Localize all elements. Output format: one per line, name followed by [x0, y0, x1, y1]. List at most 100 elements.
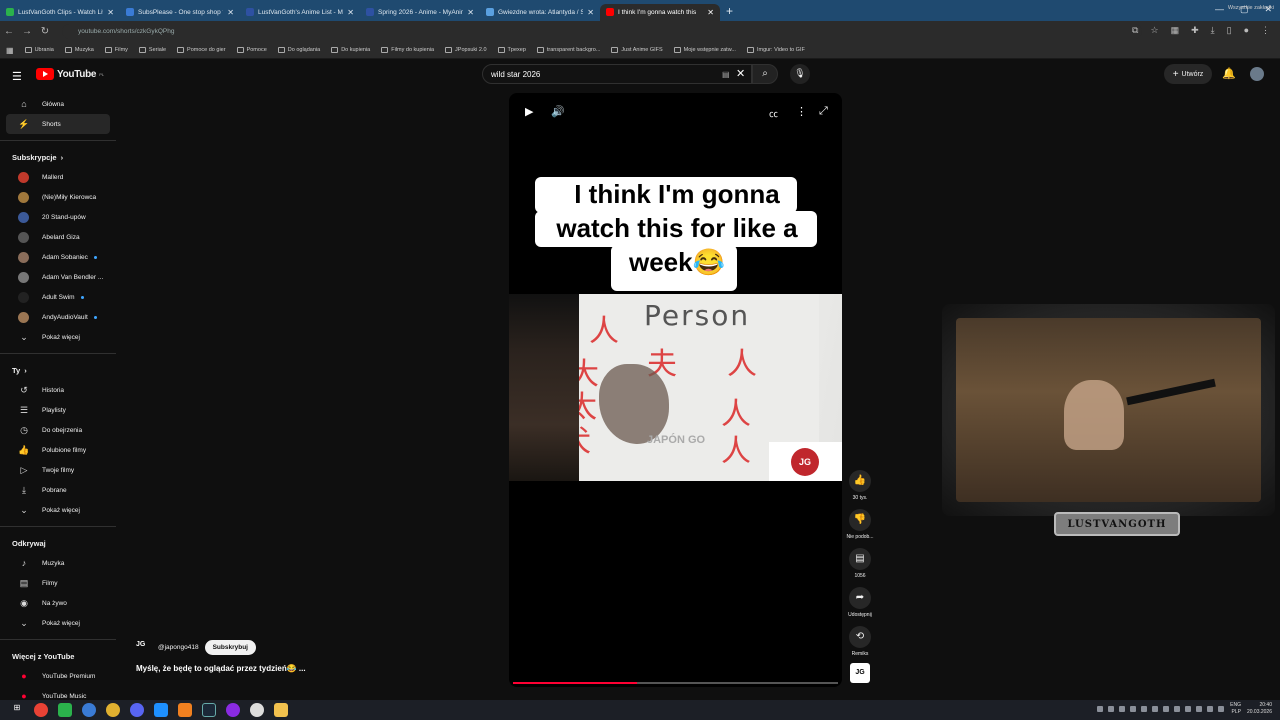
sidebar-item[interactable]: ⤓ Pobrane	[6, 480, 110, 500]
tab-close-icon[interactable]: ✕	[227, 8, 234, 17]
menu-icon[interactable]: ☰	[12, 70, 22, 83]
sidebar-item[interactable]: ⌄ Pokaż więcej	[6, 500, 110, 520]
sidebar-icon[interactable]: ▯	[1227, 25, 1232, 36]
comments-button[interactable]: ▤ 1056	[842, 548, 878, 587]
channel-thumbnail[interactable]: JG	[850, 663, 870, 683]
bookmark-item[interactable]: Do kupienia	[331, 47, 370, 53]
back-icon[interactable]: ←	[0, 26, 18, 37]
sidebar-item-subscription[interactable]: Adult Swim	[6, 287, 110, 307]
sidebar-item[interactable]: ⌄ Pokaż więcej	[6, 613, 110, 633]
bookmark-item[interactable]: Pomoce	[236, 47, 267, 53]
browser-icon[interactable]	[82, 703, 96, 717]
search-input[interactable]: wild star 2026	[482, 64, 752, 84]
bookmark-star-icon[interactable]: ☆	[1150, 25, 1158, 36]
like-button[interactable]: 👍 30 tys.	[842, 470, 878, 509]
steam-icon[interactable]	[202, 703, 216, 717]
apps-icon[interactable]: ▦	[6, 46, 14, 55]
notifications-icon[interactable]: 🔔	[1222, 67, 1236, 80]
tray-icons[interactable]	[1097, 706, 1225, 712]
channel-icon[interactable]: JG	[136, 641, 152, 655]
new-tab-icon[interactable]: +	[726, 4, 733, 18]
avatar[interactable]	[1250, 67, 1264, 81]
bookmark-item[interactable]: Filmy	[104, 47, 128, 53]
tab-close-icon[interactable]: ✕	[107, 8, 114, 17]
browser-tab[interactable]: I think I'm gonna watch this ✕	[600, 3, 720, 21]
tab-close-icon[interactable]: ✕	[347, 8, 354, 17]
progress-bar[interactable]	[513, 682, 838, 684]
sidebar-item[interactable]: ▤ Filmy	[6, 573, 110, 593]
discord-icon[interactable]	[130, 703, 144, 717]
sidebar-item[interactable]: ⌂ Główna	[6, 94, 110, 114]
minimize-icon[interactable]: —	[1215, 4, 1224, 15]
app-icon[interactable]	[250, 703, 264, 717]
remix-button[interactable]: ⟲ Remiks	[842, 626, 878, 665]
folder-icon[interactable]	[274, 703, 288, 717]
bookmark-item[interactable]: Do oglądania	[277, 47, 320, 53]
subscriptions-heading[interactable]: Subskrypcje ›	[0, 147, 116, 167]
tab-close-icon[interactable]: ✕	[707, 8, 714, 17]
app-icon[interactable]	[58, 703, 72, 717]
clear-search-icon[interactable]: ✕	[736, 67, 745, 80]
bookmark-item[interactable]: Pomoce do gier	[177, 47, 226, 53]
browser-tab[interactable]: LustVanGoth Clips - Watch Live ✕	[0, 4, 120, 21]
sidebar-item[interactable]: ⚡ Shorts	[6, 114, 110, 134]
more-options-icon[interactable]: ⋮	[796, 105, 807, 118]
sidebar-item[interactable]: ♪ Muzyka	[6, 553, 110, 573]
cast-icon[interactable]: ⧉	[1132, 25, 1138, 36]
search-button[interactable]: ⌕	[752, 64, 778, 84]
sidebar-item-subscription[interactable]: Mallerd	[6, 167, 110, 187]
sidebar-item-subscription[interactable]: (Nie)Miły Kierowca	[6, 187, 110, 207]
bookmark-item[interactable]: Moje wstępnie zatw...	[673, 47, 736, 53]
sidebar-item[interactable]: ◉ Na żywo	[6, 593, 110, 613]
url-field[interactable]: youtube.com/shorts/czkGykQPhg	[62, 24, 1142, 39]
sidebar-item-subscription[interactable]: Abelard Giza	[6, 227, 110, 247]
browser-menu-icon[interactable]: ⋮	[1261, 25, 1270, 36]
voice-search-button[interactable]: 🎙	[790, 64, 810, 84]
chrome-icon[interactable]	[34, 703, 48, 717]
profile-icon[interactable]: ●	[1244, 25, 1249, 36]
sidebar-item-subscription[interactable]: Adam Sobaniec	[6, 247, 110, 267]
extension-icon[interactable]: ▦	[1171, 25, 1180, 36]
you-heading[interactable]: Ty ›	[0, 360, 116, 380]
clock[interactable]: 20:40 20.03.2026	[1247, 702, 1272, 716]
browser-tab[interactable]: Gwiezdne wrota: Atlantyda / St ✕	[480, 4, 600, 21]
sidebar-item[interactable]: 👍 Polubione filmy	[6, 440, 110, 460]
extensions-puzzle-icon[interactable]: ✚	[1191, 25, 1199, 36]
sidebar-item[interactable]: ☰ Playlisty	[6, 400, 110, 420]
channel-handle[interactable]: @japongo418	[158, 644, 199, 651]
shorts-player[interactable]: ▶ 🔊 ㏄ ⋮ ⤢ I think I'm gonna watch this f…	[509, 93, 842, 687]
start-icon[interactable]: ⊞	[10, 703, 24, 717]
share-button[interactable]: ➦ Udostępnij	[842, 587, 878, 626]
bookmark-item[interactable]: Tpexep	[497, 47, 526, 53]
sidebar-item[interactable]: ● YouTube Premium	[6, 666, 110, 686]
downloads-icon[interactable]: ⤓	[1211, 25, 1215, 36]
bookmark-item[interactable]: transparent backgro...	[536, 47, 600, 53]
play-icon[interactable]: ▶	[525, 105, 533, 118]
bookmark-item[interactable]: Imgur: Video to GIF	[746, 47, 805, 53]
sidebar-item-subscription[interactable]: 20 Stand-upów	[6, 207, 110, 227]
video-title[interactable]: Myślę, że będę to oglądać przez tydzień😂…	[136, 664, 306, 673]
fullscreen-icon[interactable]: ⤢	[819, 105, 828, 118]
reload-icon[interactable]: ↻	[36, 26, 54, 37]
forward-icon[interactable]: →	[18, 26, 36, 37]
bookmark-item[interactable]: Seriale	[138, 47, 166, 53]
youtube-logo[interactable]: YouTube PL	[36, 68, 104, 80]
bookmark-item[interactable]: JPopsuki 2.0	[445, 47, 487, 53]
sidebar-item[interactable]: ↺ Historia	[6, 380, 110, 400]
bookmark-item[interactable]: Ubrania	[24, 47, 54, 53]
sidebar-item-subscription[interactable]: Adam Van Bendler ...	[6, 267, 110, 287]
sidebar-item-subscription[interactable]: AndyAudioVault	[6, 307, 110, 327]
app-icon[interactable]	[106, 703, 120, 717]
captions-icon[interactable]: ㏄	[769, 107, 778, 120]
bookmark-item[interactable]: Just Anime GIFS	[611, 47, 663, 53]
browser-tab[interactable]: SubsPlease - One stop shop fo ✕	[120, 4, 240, 21]
subscribe-button[interactable]: Subskrybuj	[204, 640, 256, 655]
app-icon[interactable]	[226, 703, 240, 717]
sidebar-item[interactable]: ⌄ Pokaż więcej	[6, 327, 110, 347]
all-bookmarks[interactable]: Wszystkie zakładki	[1228, 5, 1274, 11]
bookmark-item[interactable]: Muzyka	[64, 47, 94, 53]
language-indicator[interactable]: ENG PLP	[1230, 702, 1241, 716]
tab-close-icon[interactable]: ✕	[587, 8, 594, 17]
keyboard-icon[interactable]: ▤	[722, 70, 730, 79]
create-button[interactable]: + Utwórz	[1164, 64, 1212, 84]
